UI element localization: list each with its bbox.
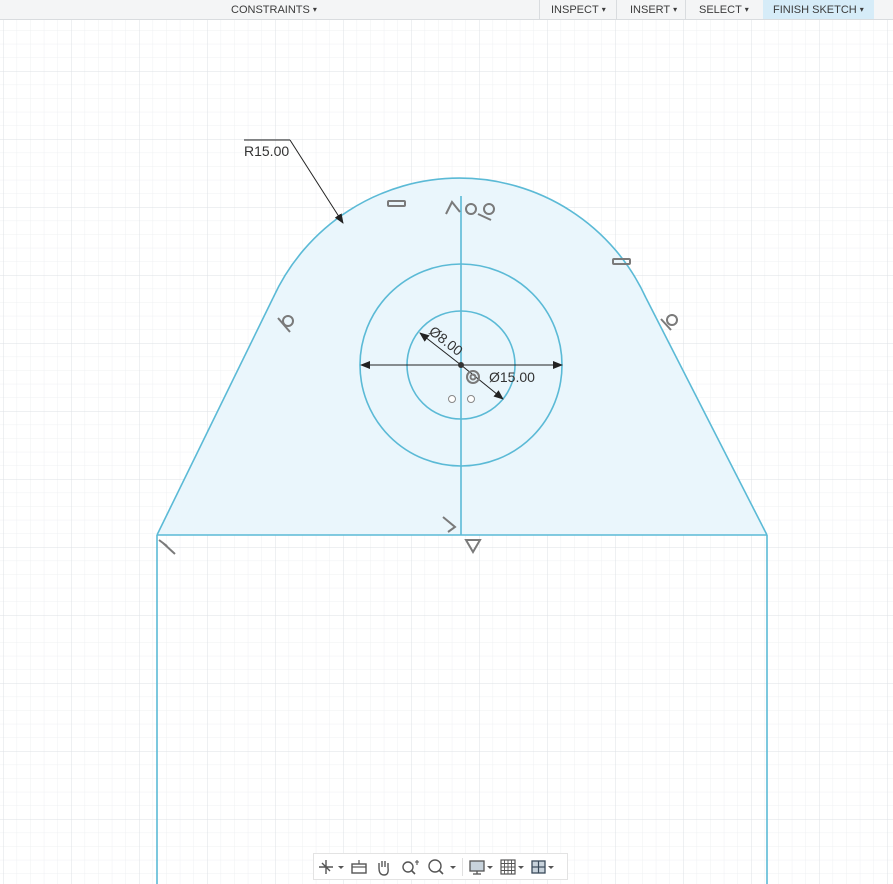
pan-icon[interactable] — [374, 858, 394, 876]
toolbar-divider — [616, 0, 617, 19]
radius-dimension-label[interactable]: R15.00 — [244, 143, 289, 159]
insert-label: INSERT — [630, 4, 671, 16]
navigation-bar — [313, 853, 568, 880]
select-menu[interactable]: SELECT ▾ — [699, 0, 749, 19]
outer-diameter-label[interactable]: Ø15.00 — [489, 369, 535, 385]
select-label: SELECT — [699, 4, 742, 16]
chevron-down-icon: ▾ — [673, 5, 678, 14]
sketch-toolbar: CONSTRAINTS ▾ INSPECT ▾ INSERT ▾ SELECT ▾ FI… — [0, 0, 893, 20]
center-point[interactable] — [458, 362, 464, 368]
sketch-canvas[interactable]: R15.00 Ø15.00 Ø8.00 — [0, 20, 893, 884]
finish-sketch-label: FINISH SKETCH — [773, 4, 857, 16]
constraints-menu[interactable]: CONSTRAINTS ▾ — [231, 0, 317, 19]
toolbar-divider — [462, 858, 463, 876]
chevron-down-icon: ▾ — [312, 5, 317, 14]
zoom-icon[interactable] — [400, 858, 422, 876]
grid-settings-icon[interactable] — [500, 858, 528, 876]
look-at-icon[interactable] — [349, 858, 369, 876]
display-settings-icon[interactable] — [468, 858, 496, 876]
point-marker — [467, 395, 475, 403]
orbit-icon[interactable] — [318, 858, 344, 876]
chevron-down-icon: ▾ — [744, 5, 749, 14]
insert-menu[interactable]: INSERT ▾ — [630, 0, 677, 19]
inspect-label: INSPECT — [551, 4, 599, 16]
chevron-down-icon: ▾ — [601, 5, 606, 14]
point-marker — [448, 395, 456, 403]
inspect-menu[interactable]: INSPECT ▾ — [551, 0, 606, 19]
toolbar-divider — [685, 0, 686, 19]
constraints-label: CONSTRAINTS — [231, 4, 310, 16]
toolbar-divider — [539, 0, 540, 19]
chevron-down-icon: ▾ — [859, 5, 864, 14]
fit-icon[interactable] — [426, 858, 458, 876]
finish-sketch-button[interactable]: FINISH SKETCH ▾ — [763, 0, 874, 19]
viewports-icon[interactable] — [530, 858, 558, 876]
